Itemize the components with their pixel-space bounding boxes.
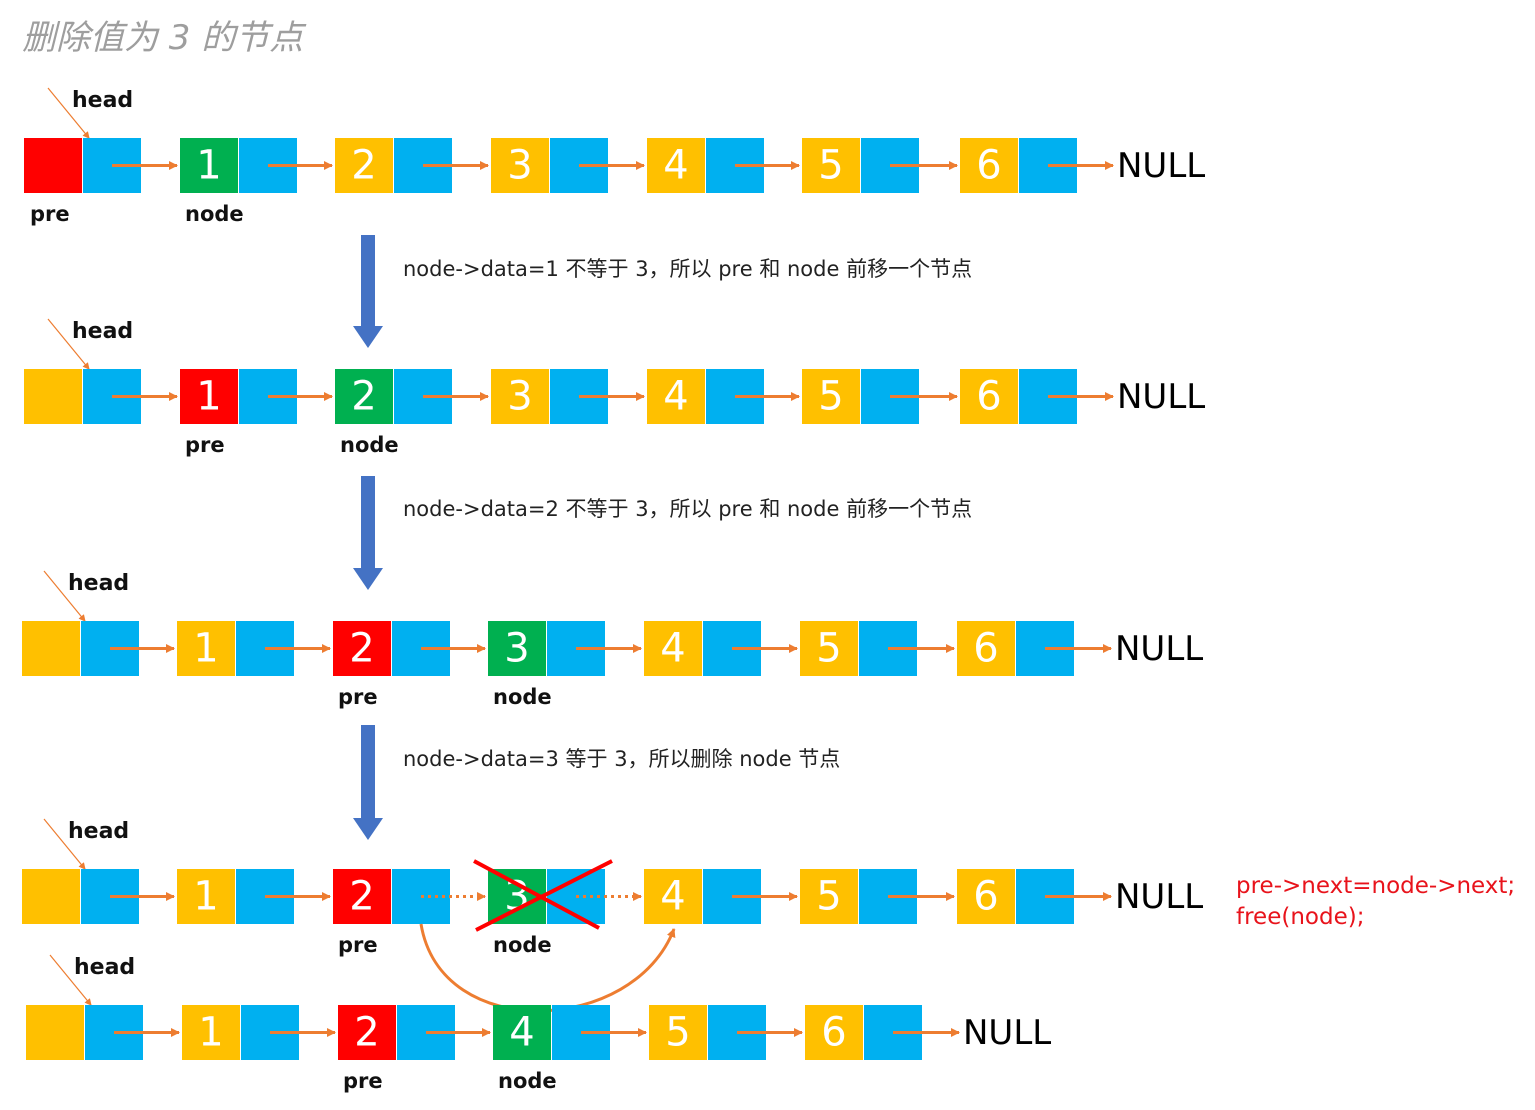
node-data-box (22, 869, 80, 924)
node-value: 5 (665, 1010, 690, 1056)
node-value: 6 (976, 143, 1001, 189)
pre-label: pre (30, 202, 70, 226)
head-label: head (72, 88, 133, 113)
node-value: 5 (816, 874, 841, 920)
pre-label: pre (338, 685, 378, 709)
node-value: 4 (663, 143, 688, 189)
null-label: NULL (1117, 146, 1205, 186)
step-down-arrow-head (353, 568, 383, 590)
node-value: 5 (818, 374, 843, 420)
node-value: 3 (507, 374, 532, 420)
head-label: head (68, 819, 129, 844)
node-label: node (340, 433, 399, 457)
node-data-box (24, 138, 82, 193)
pre-label: pre (338, 933, 378, 957)
step-down-arrow-head (353, 818, 383, 840)
step-down-arrow-shaft (361, 725, 375, 818)
node-value: 2 (351, 143, 376, 189)
null-label: NULL (963, 1013, 1051, 1053)
node-label: node (185, 202, 244, 226)
node-value: 4 (509, 1010, 534, 1056)
node-value: 4 (660, 626, 685, 672)
node-value: 1 (193, 626, 218, 672)
node-value: 1 (198, 1010, 223, 1056)
node-value: 2 (349, 626, 374, 672)
node-value: 3 (504, 626, 529, 672)
head-label: head (74, 955, 135, 980)
node-value: 4 (663, 374, 688, 420)
node-value: 5 (816, 626, 841, 672)
node-value: 6 (973, 626, 998, 672)
node-data-box (24, 369, 82, 424)
node-value: 3 (507, 143, 532, 189)
diagram-canvas: head pre 1 node 2 3 4 5 6 NULL head 1 pre 2 node 3 4 5 6 NU… (22, 87, 1205, 1093)
node-value: 1 (196, 374, 221, 420)
node-value: 6 (976, 374, 1001, 420)
pre-label: pre (185, 433, 225, 457)
node-value: 2 (351, 374, 376, 420)
node-value: 2 (354, 1010, 379, 1056)
node-label: node (493, 685, 552, 709)
node-label: node (498, 1069, 557, 1093)
null-label: NULL (1115, 629, 1203, 669)
node-value: 4 (660, 874, 685, 920)
step-down-arrow-shaft (361, 235, 375, 326)
head-label: head (68, 571, 129, 596)
node-label: node (493, 933, 552, 957)
node-value: 1 (193, 874, 218, 920)
step-down-arrow-head (353, 326, 383, 348)
linked-list-diagram: 删除值为 3 的节点 node->data=1 不等于 3，所以 pre 和 n… (0, 0, 1535, 1110)
step-down-arrow-shaft (361, 476, 375, 568)
node-value: 1 (196, 143, 221, 189)
node-value: 6 (973, 874, 998, 920)
node-data-box (26, 1005, 84, 1060)
null-label: NULL (1117, 377, 1205, 417)
head-label: head (72, 319, 133, 344)
node-value: 2 (349, 874, 374, 920)
node-value: 5 (818, 143, 843, 189)
node-data-box (22, 621, 80, 676)
null-label: NULL (1115, 877, 1203, 917)
node-value: 6 (821, 1010, 846, 1056)
pre-label: pre (343, 1069, 383, 1093)
